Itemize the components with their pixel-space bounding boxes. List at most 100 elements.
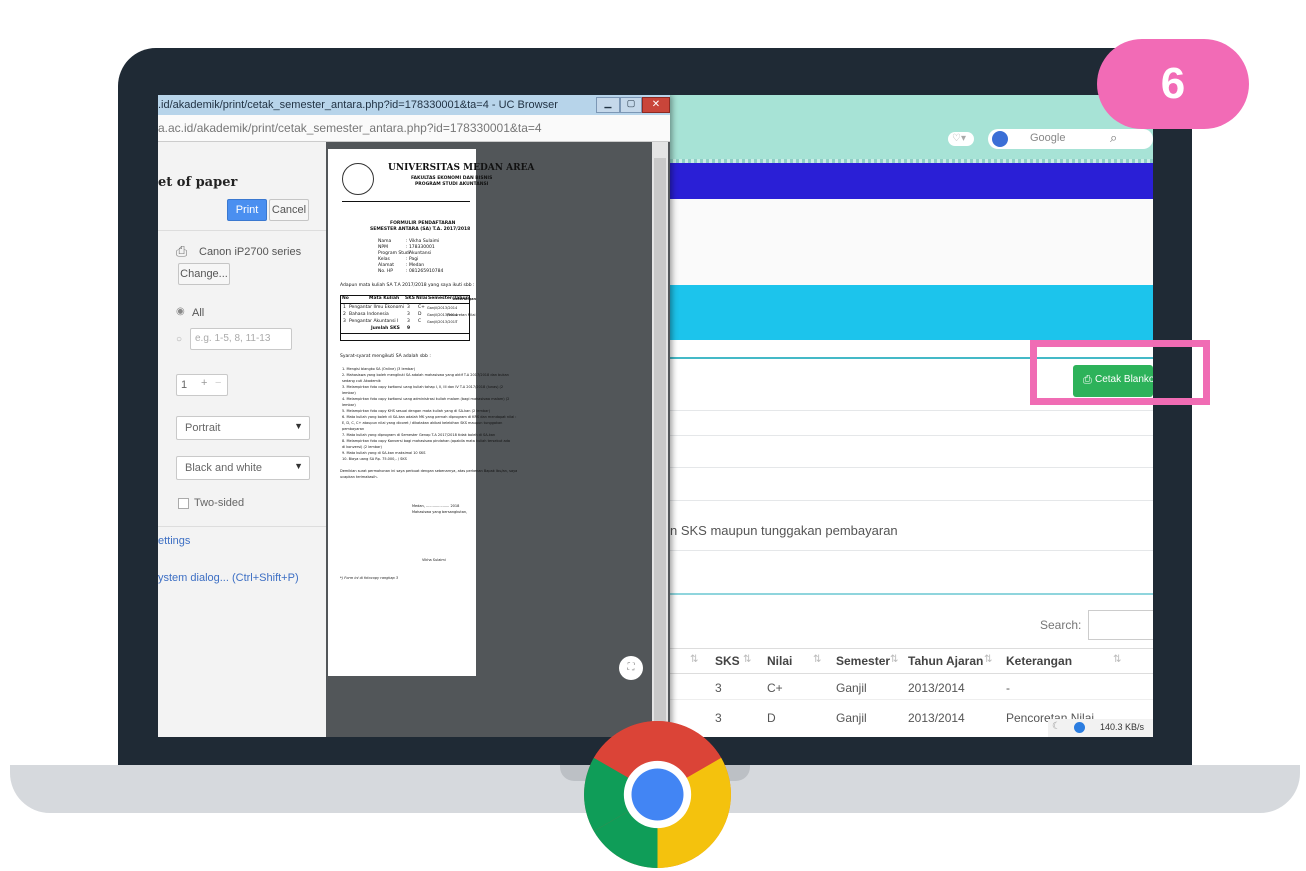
course-cell: Pencoretan Nilai (447, 313, 476, 317)
sort-icon[interactable]: ⇅ (743, 654, 751, 665)
divider (158, 230, 326, 231)
row-divider (670, 410, 1153, 411)
minimize-icon[interactable]: ▁ (596, 97, 620, 113)
course-cell: C+ (418, 305, 425, 310)
requirement-item: 3. Melampirkan foto copy kwitansi uang k… (342, 385, 504, 389)
column-header-keterangan[interactable]: Keterangan (1006, 654, 1072, 668)
chevron-down-icon: ▼ (294, 461, 303, 471)
sort-icon[interactable]: ⇅ (890, 654, 898, 665)
course-cell: Ganjil/2013/2014 (427, 306, 458, 310)
letterhead-rule (342, 201, 470, 202)
course-cell: D (418, 312, 422, 317)
laptop-screen: ♡▾ Google ⌕ ⎙ Cetak Blanko S n SKS maupu… (158, 95, 1153, 737)
scrollbar-thumb[interactable] (654, 158, 666, 728)
scrollbar[interactable] (652, 142, 668, 737)
printer-name: Canon iP2700 series (199, 246, 302, 258)
search-engine-icon (992, 131, 1008, 147)
status-bar: ☾ 140.3 KB/s (1048, 719, 1153, 737)
sort-icon[interactable]: ⇅ (984, 654, 992, 665)
row-divider (670, 467, 1153, 468)
search-icon[interactable]: ⌕ (1110, 130, 1117, 146)
footnote: *) Form ini di fotocopy rangkap 3 (340, 576, 399, 580)
maximize-icon[interactable]: ▢ (620, 97, 642, 113)
table-header-border (670, 673, 1153, 674)
divider (158, 526, 326, 527)
moon-icon[interactable]: ☾ (1052, 721, 1061, 732)
sort-icon[interactable]: ⇅ (1113, 654, 1121, 665)
row-divider (670, 699, 1153, 700)
field-value: : 081265910784 (406, 269, 444, 274)
more-settings-link[interactable]: ettings (158, 535, 190, 547)
increment-icon[interactable]: + (201, 377, 207, 389)
university-name: UNIVERSITAS MEDAN AREA (388, 163, 535, 173)
signer-name: Vikha Sulaimi (422, 558, 446, 562)
table-top-border (670, 648, 1153, 649)
address-bar[interactable]: a.ac.id/akademik/print/cetak_semester_an… (158, 115, 670, 142)
table-cell: - (1006, 681, 1010, 695)
pages-input[interactable]: e.g. 1-5, 8, 11-13 (190, 328, 292, 350)
decrement-icon[interactable]: − (215, 377, 221, 389)
course-table-header: SKS (405, 296, 415, 301)
sort-icon[interactable]: ⇅ (690, 654, 698, 665)
sort-icon[interactable]: ⇅ (813, 654, 821, 665)
print-dialog-window: .id/akademik/print/cetak_semester_antara… (158, 95, 670, 737)
print-button[interactable]: Print (227, 199, 267, 221)
intro-text: Adapun mata kuliah SA T.A 2017/2018 yang… (340, 283, 475, 288)
row-divider (670, 435, 1153, 436)
highlight-box (1030, 340, 1210, 405)
change-printer-button[interactable]: Change... (178, 263, 230, 285)
network-speed: 140.3 KB/s (1100, 722, 1145, 732)
radio-all[interactable]: ◉ (176, 306, 185, 317)
course-table-header: Nilai (416, 296, 428, 301)
requirement-item: 10. Biaya uang SA Rp. 75.000,- / SKS (342, 457, 407, 461)
form-subtitle: SEMESTER ANTARA (SA) T.A. 2017/2018 (370, 227, 471, 232)
course-cell: C (418, 319, 422, 324)
program-name: PROGRAM STUDI AKUNTANSI (415, 182, 489, 187)
zoom-fit-icon[interactable]: ⛶ (619, 656, 643, 680)
column-header-nilai[interactable]: Nilai (767, 654, 792, 668)
table-rule (341, 303, 469, 304)
preview-page: UNIVERSITAS MEDAN AREA FAKULTAS EKONOMI … (328, 149, 534, 676)
table-cell: Ganjil (836, 681, 867, 695)
table-cell: 3 (715, 681, 722, 695)
cancel-button[interactable]: Cancel (269, 199, 309, 221)
course-cell: Pengantar Ilmu Ekonomi (349, 305, 404, 310)
column-header-sks[interactable]: SKS (715, 654, 740, 668)
pages-all-label: All (192, 307, 205, 319)
search-box[interactable]: Google ⌕ (988, 129, 1153, 149)
course-cell: Pengantar Akuntansi I (349, 319, 399, 324)
table-cell: D (767, 711, 776, 725)
requirement-note: n SKS maupun tunggakan pembayaran (670, 523, 898, 538)
step-badge: 6 (1097, 39, 1249, 129)
course-cell: 3 (407, 305, 410, 310)
requirement-item: 4. Melampirkan foto copy kwitansi uang a… (342, 397, 510, 401)
chevron-down-icon: ▼ (294, 421, 303, 431)
signer-label: Mahasiswa yang bersangkutan, (412, 510, 468, 514)
close-icon[interactable]: ✕ (642, 97, 670, 113)
color-select[interactable]: Black and white ▼ (176, 456, 310, 480)
course-table-header: Keterangan (453, 297, 477, 301)
course-cell: 3 (407, 319, 410, 324)
copies-value: 1 (181, 379, 188, 391)
total-label: Jumlah SKS (371, 326, 400, 331)
row-divider (670, 500, 1153, 501)
site-nav-band (670, 285, 1153, 340)
radio-pages[interactable]: ○ (176, 334, 182, 345)
color-value: Black and white (185, 462, 263, 474)
course-cell: 1 (343, 305, 346, 310)
site-banner (670, 199, 1153, 285)
column-header-tahun-ajaran[interactable]: Tahun Ajaran (908, 654, 983, 668)
course-cell: - (456, 319, 458, 324)
layout-select[interactable]: Portrait ▼ (176, 416, 310, 440)
course-cell: Bahasa Indonesia (349, 312, 389, 317)
table-search-input[interactable] (1088, 610, 1153, 640)
course-table-header: Mata Kuliah (369, 296, 400, 301)
copies-stepper[interactable]: 1 + − (176, 374, 228, 396)
system-dialog-link[interactable]: ystem dialog... (Ctrl+Shift+P) (158, 572, 299, 584)
course-cell: 3 (407, 312, 410, 317)
column-header-semester[interactable]: Semester (836, 654, 890, 668)
download-icon[interactable] (1074, 722, 1085, 733)
two-sided-checkbox[interactable] (178, 498, 189, 509)
sheet-count: et of paper (158, 175, 238, 190)
favorite-icon[interactable]: ♡▾ (948, 132, 974, 146)
